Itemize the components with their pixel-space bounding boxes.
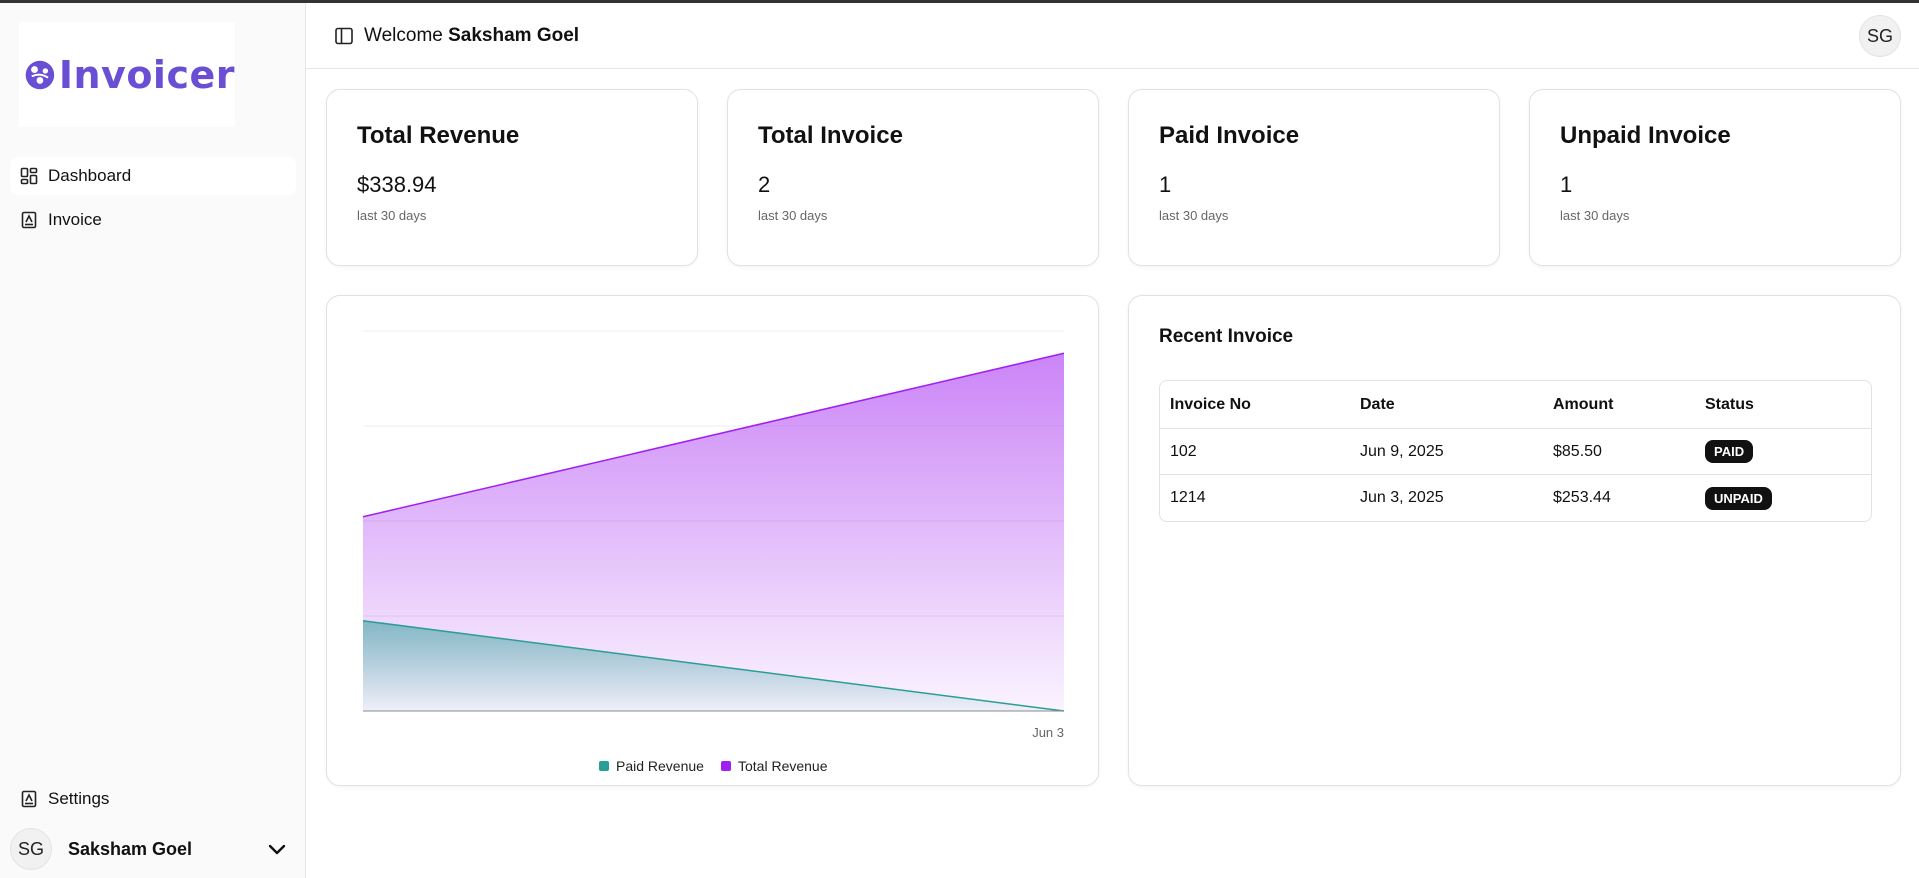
stat-subtitle: last 30 days [758, 208, 828, 223]
settings-icon [20, 790, 38, 808]
stat-title: Total Revenue [357, 122, 520, 149]
sidebar-item-invoice[interactable]: Invoice [10, 201, 296, 239]
brand-name: Invoicer [58, 52, 235, 97]
recent-invoice-table: Invoice No Date Amount Status 102 Jun 9,… [1159, 380, 1872, 522]
chevron-down-icon[interactable] [266, 838, 288, 860]
dashboard-icon [20, 167, 38, 185]
revenue-chart-card: Jun 3 Paid Revenue Total Revenue [326, 295, 1099, 786]
top-header: Welcome Saksham Goel SG [306, 3, 1919, 69]
recent-invoice-card: Recent Invoice Invoice No Date Amount St… [1128, 295, 1901, 786]
avatar: SG [10, 828, 52, 870]
stat-title: Total Invoice [758, 122, 903, 149]
legend-label: Total Revenue [738, 758, 828, 774]
user-name: Saksham Goel [68, 838, 193, 859]
invoice-number: 102 [1160, 429, 1350, 475]
user-menu[interactable]: SG Saksham Goel [10, 826, 296, 872]
brand-logo[interactable]: Invoicer [19, 22, 235, 127]
table-header-row: Invoice No Date Amount Status [1160, 381, 1871, 429]
sidebar-toggle-icon[interactable] [334, 26, 354, 46]
invoice-icon [20, 211, 38, 229]
invoice-date: Jun 9, 2025 [1350, 429, 1543, 475]
sidebar: Invoicer Dashboard Invoice Settings SG S… [0, 3, 306, 878]
legend-swatch [721, 761, 731, 771]
column-header-date: Date [1350, 381, 1543, 429]
sidebar-item-settings[interactable]: Settings [10, 780, 296, 818]
invoice-number: 1214 [1170, 489, 1206, 506]
header-avatar[interactable]: SG [1859, 15, 1901, 57]
column-header-status: Status [1695, 381, 1871, 429]
recent-invoice-title: Recent Invoice [1159, 326, 1294, 347]
welcome-message: Welcome Saksham Goel [364, 25, 579, 47]
stat-card-unpaid-invoice: Unpaid Invoice 1 last 30 days [1529, 89, 1901, 266]
status-badge: PAID [1705, 440, 1754, 463]
stat-subtitle: last 30 days [357, 208, 427, 223]
x-tick-label: Jun 3 [1032, 725, 1064, 740]
invoice-amount: $85.50 [1543, 429, 1695, 475]
welcome-user-name: Saksham Goel [448, 24, 580, 46]
legend-label: Paid Revenue [616, 758, 704, 774]
stat-subtitle: last 30 days [1560, 208, 1630, 223]
stat-value: 2 [758, 172, 771, 197]
sidebar-item-label: Settings [48, 789, 110, 808]
revenue-area-chart: Jun 3 Paid Revenue Total Revenue [362, 330, 1065, 774]
table-row[interactable]: 1214 Jun 3, 2025 $253.44 UNPAID [1160, 475, 1871, 521]
invoice-date: Jun 3, 2025 [1360, 489, 1444, 506]
legend-swatch [599, 761, 609, 771]
sidebar-item-dashboard[interactable]: Dashboard [10, 157, 296, 195]
sidebar-item-label: Dashboard [48, 166, 132, 185]
status-badge: UNPAID [1705, 486, 1772, 510]
stat-subtitle: last 30 days [1159, 208, 1229, 223]
stat-title: Unpaid Invoice [1560, 122, 1731, 149]
table-row[interactable]: 102 Jun 9, 2025 $85.50 PAID [1160, 429, 1871, 475]
invoice-amount: $253.44 [1553, 489, 1611, 506]
stat-value: $338.94 [357, 172, 437, 197]
stat-value: 1 [1560, 172, 1573, 197]
stat-card-total-invoice: Total Invoice 2 last 30 days [727, 89, 1099, 266]
column-header-invoice-no: Invoice No [1160, 381, 1350, 429]
logo-mark-icon [25, 60, 55, 89]
welcome-prefix: Welcome [364, 24, 443, 46]
sidebar-item-label: Invoice [48, 210, 102, 229]
stat-title: Paid Invoice [1159, 122, 1300, 149]
stat-value: 1 [1159, 172, 1172, 197]
column-header-amount: Amount [1543, 381, 1695, 429]
stat-card-total-revenue: Total Revenue $338.94 last 30 days [326, 89, 698, 266]
stat-card-paid-invoice: Paid Invoice 1 last 30 days [1128, 89, 1500, 266]
